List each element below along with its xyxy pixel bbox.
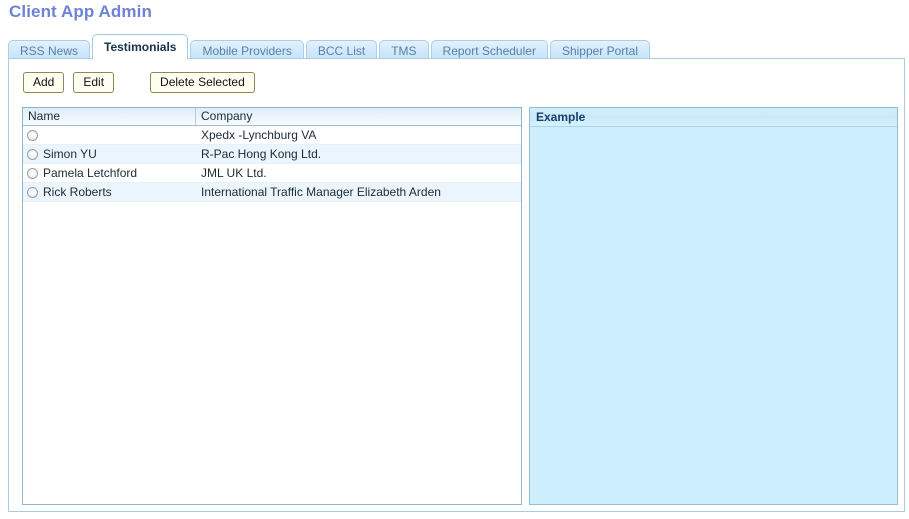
cell-company: Xpedx -Lynchburg VA: [201, 128, 317, 142]
table-row[interactable]: Simon YU R-Pac Hong Kong Ltd.: [23, 145, 521, 164]
edit-button[interactable]: Edit: [73, 72, 115, 93]
cell-company: R-Pac Hong Kong Ltd.: [201, 147, 322, 161]
cell-company: JML UK Ltd.: [201, 166, 267, 180]
page-title: Client App Admin: [9, 2, 152, 21]
row-select-radio[interactable]: [27, 186, 38, 198]
column-header-name[interactable]: Name: [23, 108, 196, 125]
tab-content-panel: Add Edit Delete Selected Name Company Xp…: [8, 58, 905, 512]
example-panel-body: [530, 127, 897, 504]
row-name-text: Rick Roberts: [43, 185, 112, 199]
cell-name: Pamela Letchford: [23, 164, 196, 182]
row-name-text: Simon YU: [43, 147, 97, 161]
cell-company: International Traffic Manager Elizabeth …: [201, 185, 441, 199]
grid-header-row: Name Company: [23, 108, 521, 126]
add-button[interactable]: Add: [23, 72, 65, 93]
row-name-text: Pamela Letchford: [43, 166, 138, 180]
example-panel: Example: [529, 107, 898, 505]
row-select-radio[interactable]: [27, 167, 38, 179]
tab-bar: RSS News Testimonials Mobile Providers B…: [8, 34, 650, 61]
table-row[interactable]: Rick Roberts International Traffic Manag…: [23, 183, 521, 202]
grid-body: Xpedx -Lynchburg VA Simon YU R-Pac Hong …: [23, 126, 521, 504]
toolbar: Add Edit Delete Selected: [23, 72, 255, 93]
cell-name: [23, 129, 196, 141]
table-row[interactable]: Xpedx -Lynchburg VA: [23, 126, 521, 145]
testimonials-grid: Name Company Xpedx -Lynchburg VA Simon Y…: [22, 107, 522, 505]
app-root: Client App Admin RSS News Testimonials M…: [0, 0, 909, 519]
cell-name: Rick Roberts: [23, 183, 196, 201]
tab-testimonials[interactable]: Testimonials: [92, 34, 189, 59]
cell-name: Simon YU: [23, 145, 196, 163]
row-select-radio[interactable]: [27, 129, 38, 141]
delete-selected-button[interactable]: Delete Selected: [150, 72, 255, 93]
column-header-company[interactable]: Company: [196, 108, 521, 125]
table-row[interactable]: Pamela Letchford JML UK Ltd.: [23, 164, 521, 183]
row-select-radio[interactable]: [27, 148, 38, 160]
example-panel-title: Example: [530, 108, 897, 127]
